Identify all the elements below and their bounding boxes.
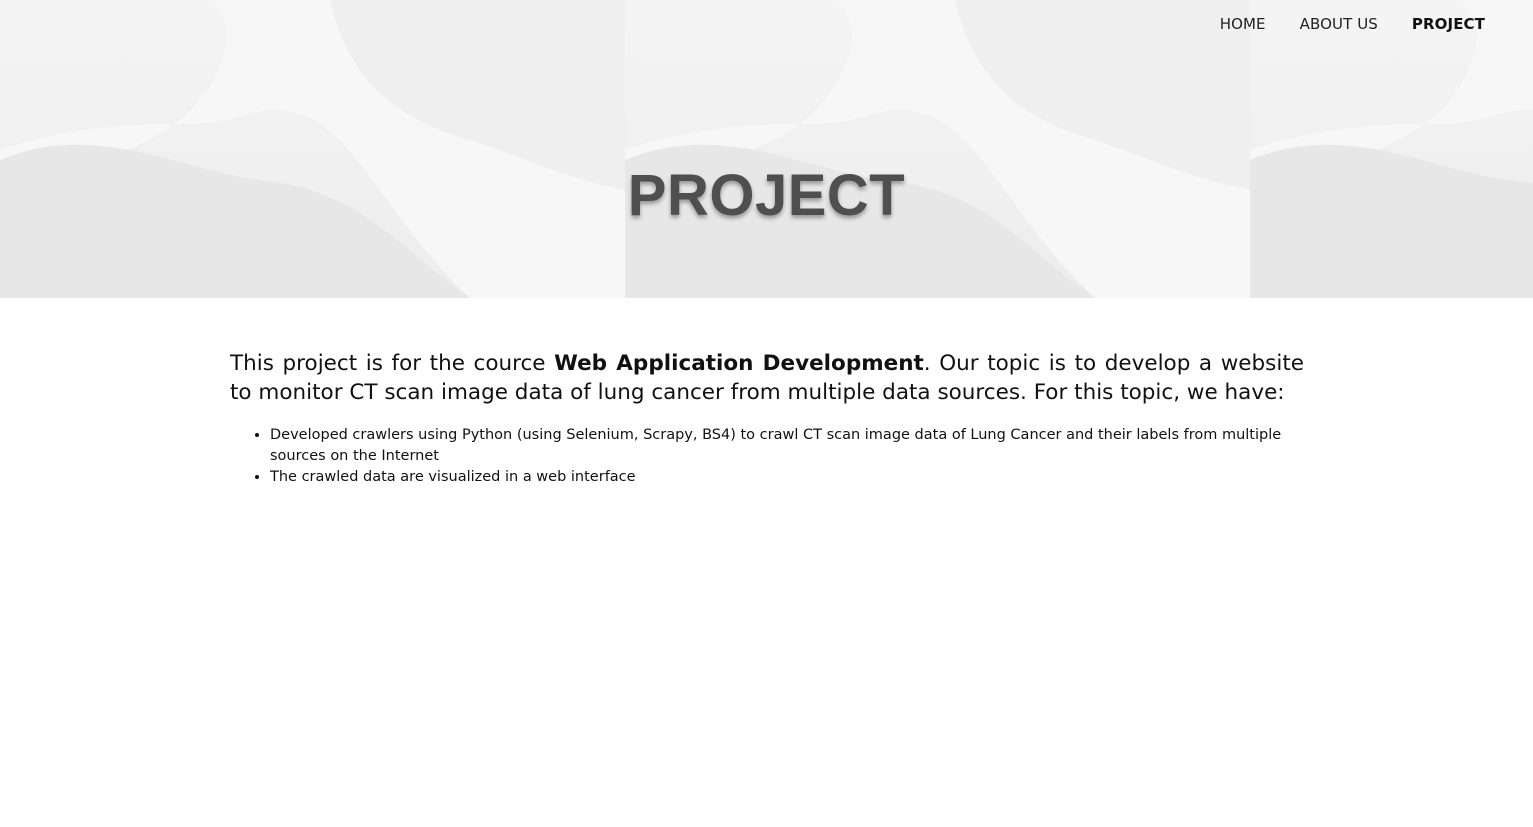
top-navigation: HOME ABOUT US PROJECT bbox=[1220, 15, 1485, 33]
nav-link-about-us[interactable]: ABOUT US bbox=[1300, 15, 1378, 33]
main-content: This project is for the cource Web Appli… bbox=[230, 349, 1304, 488]
course-name: Web Application Development bbox=[554, 351, 924, 376]
wave-pattern bbox=[625, 0, 1251, 298]
list-item: Developed crawlers using Python (using S… bbox=[270, 425, 1304, 467]
wave-pattern bbox=[1250, 0, 1533, 298]
project-features-list: Developed crawlers using Python (using S… bbox=[230, 425, 1304, 488]
background-pattern bbox=[625, 0, 1251, 298]
list-item: The crawled data are visualized in a web… bbox=[270, 467, 1304, 488]
hero-banner: HOME ABOUT US PROJECT PROJECT bbox=[0, 0, 1533, 298]
background-pattern bbox=[0, 0, 626, 298]
nav-link-project[interactable]: PROJECT bbox=[1412, 15, 1485, 33]
page-title: PROJECT bbox=[627, 162, 906, 228]
intro-prefix-text: This project is for the cource bbox=[230, 351, 555, 376]
wave-pattern bbox=[0, 0, 626, 298]
project-intro: This project is for the cource Web Appli… bbox=[230, 349, 1304, 407]
nav-link-home[interactable]: HOME bbox=[1220, 15, 1266, 33]
background-pattern bbox=[1250, 0, 1533, 298]
